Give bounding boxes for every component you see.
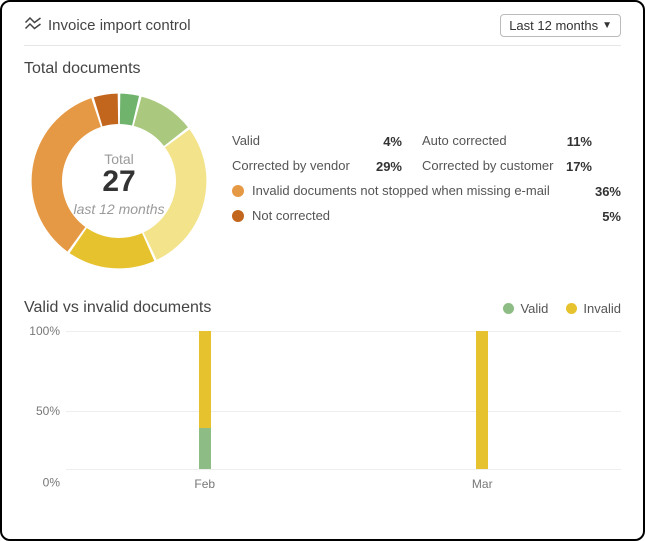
legend-item-invalid-missing-email: Invalid documents not stopped when missi… xyxy=(232,184,621,199)
grid-line xyxy=(66,469,621,470)
bar-legend: Valid Invalid xyxy=(503,301,621,316)
dot-icon xyxy=(232,185,244,197)
bar-segment-invalid xyxy=(476,331,488,469)
x-tick: Mar xyxy=(344,477,622,491)
bar-stack xyxy=(199,331,211,469)
donut-row: Total 27 last 12 months Valid 4% Auto co… xyxy=(24,86,621,281)
bar-legend-invalid: Invalid xyxy=(566,301,621,316)
bar-stack xyxy=(476,331,488,469)
bar-segment-valid xyxy=(199,428,211,469)
bar-segment-invalid xyxy=(199,331,211,428)
dot-icon xyxy=(566,303,577,314)
bar-header: Valid vs invalid documents Valid Invalid xyxy=(24,299,621,317)
legend-item-vendor: Corrected by vendor 29% xyxy=(232,159,402,174)
header-left: Invoice import control xyxy=(24,15,191,37)
donut-chart: Total 27 last 12 months xyxy=(24,86,214,281)
y-tick: 100% xyxy=(24,324,60,338)
range-dropdown[interactable]: Last 12 months ▼ xyxy=(500,14,621,37)
bar-group xyxy=(66,331,344,469)
legend-item-valid: Valid 4% xyxy=(232,134,402,149)
y-tick: 0% xyxy=(24,476,60,490)
page-title: Invoice import control xyxy=(48,17,191,34)
x-labels: FebMar xyxy=(66,477,621,491)
donut-section-title: Total documents xyxy=(24,60,621,78)
legend-item-customer: Corrected by customer 17% xyxy=(422,159,592,174)
bars-area xyxy=(66,331,621,469)
donut-slice xyxy=(70,228,155,268)
dot-icon xyxy=(503,303,514,314)
chevron-down-icon: ▼ xyxy=(602,20,612,31)
header: Invoice import control Last 12 months ▼ xyxy=(24,14,621,46)
dot-icon xyxy=(232,210,244,222)
legend-item-auto: Auto corrected 11% xyxy=(422,134,592,149)
donut-slice xyxy=(32,98,101,251)
donut-slice xyxy=(144,129,207,259)
bar-section-title: Valid vs invalid documents xyxy=(24,299,211,317)
range-dropdown-label: Last 12 months xyxy=(509,18,598,33)
legend-item-not-corrected: Not corrected 5% xyxy=(232,209,621,224)
bar-group xyxy=(344,331,622,469)
bar-section: Valid vs invalid documents Valid Invalid… xyxy=(24,299,621,491)
donut-legend: Valid 4% Auto corrected 11% Corrected by… xyxy=(232,134,621,234)
x-tick: Feb xyxy=(66,477,344,491)
y-tick: 50% xyxy=(24,404,60,418)
stacked-line-icon xyxy=(24,15,42,37)
bar-legend-valid: Valid xyxy=(503,301,548,316)
bar-chart: 100% 50% 0% FebMar xyxy=(24,331,621,491)
